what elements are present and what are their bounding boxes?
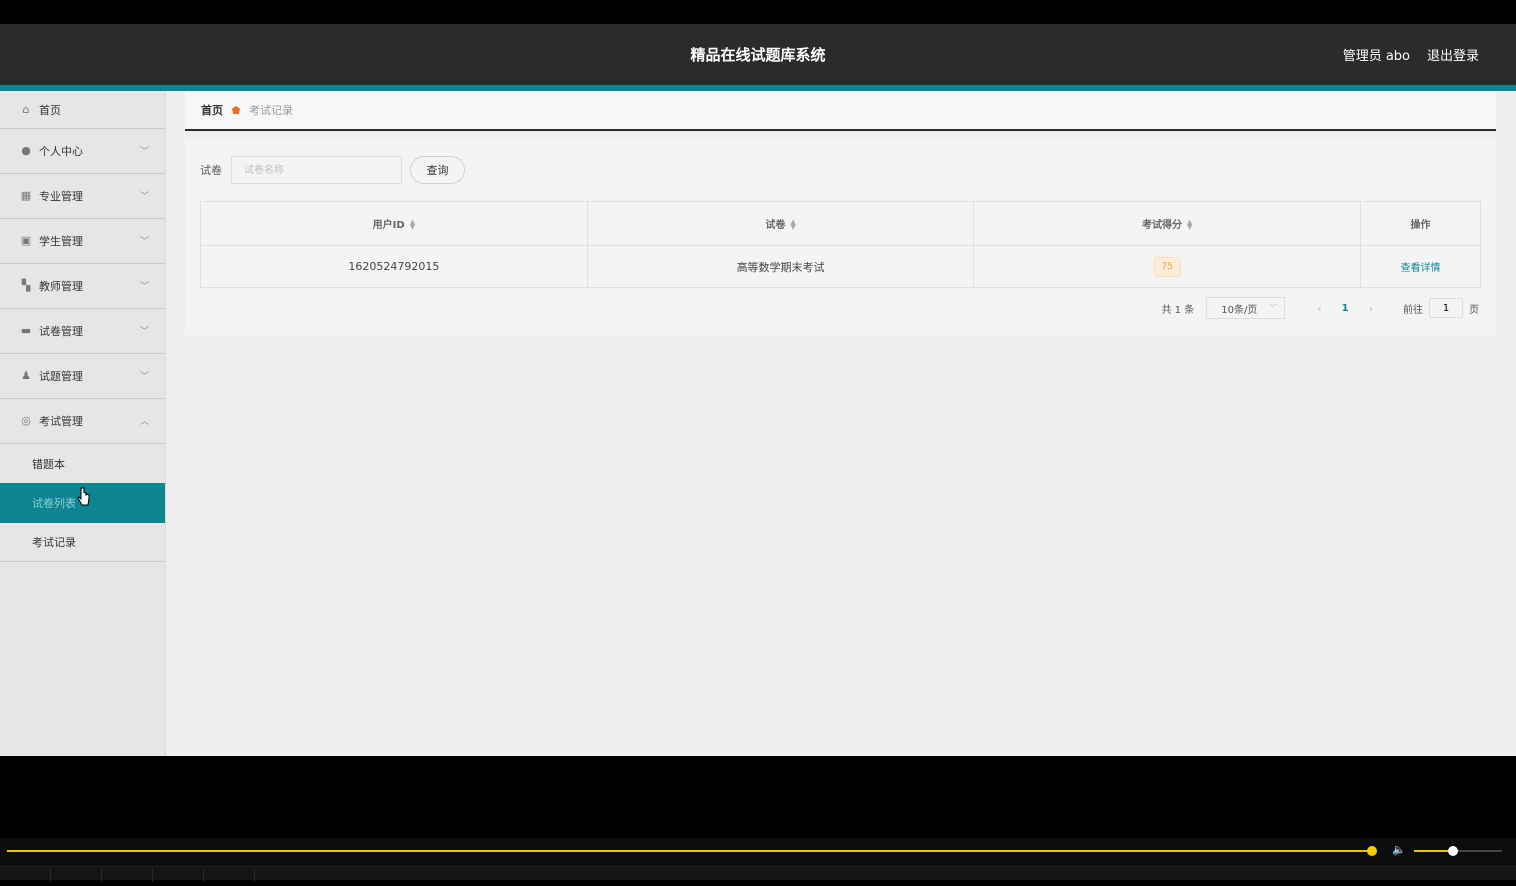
- records-table: 用户ID ▲ ▼ 试卷 ▲ ▼ 考试得分 ▲ ▼ 操作 1620524792015 高等数学…: [200, 201, 1481, 288]
- chevron-down-icon: ﹀: [1269, 304, 1277, 312]
- sidebar-item-exams[interactable]: ◎ 考试管理 ︿: [0, 399, 165, 444]
- sidebar-item-papers[interactable]: ▬ 试卷管理 ﹀: [0, 309, 165, 354]
- sidebar-item-label: 试卷管理: [39, 325, 83, 338]
- column-header-paper[interactable]: 试卷 ▲ ▼: [586, 201, 975, 246]
- sidebar-item-students[interactable]: ▣ 学生管理 ﹀: [0, 219, 165, 264]
- cell-action: 查看详情: [1360, 245, 1481, 288]
- sidebar-item-label: 考试管理: [39, 415, 83, 428]
- sidebar-item-label: 教师管理: [39, 280, 83, 293]
- video-progress-handle[interactable]: [1367, 846, 1377, 856]
- screen: 精品在线试题库系统 管理员 abo 退出登录 ⌂ 首页 ● 个人中心 ﹀ ▦ 专…: [0, 0, 1516, 882]
- goto-label: 前往: [1403, 304, 1423, 316]
- sidebar-item-label: 首页: [39, 103, 61, 117]
- column-header-user-id[interactable]: 用户ID ▲ ▼: [200, 201, 588, 246]
- sidebar-subitem-label: 试卷列表: [32, 497, 76, 510]
- user-icon: ●: [21, 144, 31, 157]
- cell-score: 75: [973, 245, 1362, 288]
- sort-icon[interactable]: ▲ ▼: [790, 219, 795, 231]
- chevron-down-icon: ﹀: [139, 327, 149, 337]
- sidebar-item-questions[interactable]: ♟ 试题管理 ﹀: [0, 354, 165, 399]
- sidebar-item-profile[interactable]: ● 个人中心 ﹀: [0, 129, 165, 174]
- app-title: 精品在线试题库系统: [690, 46, 826, 64]
- video-player-controls: 🔈: [0, 838, 1516, 882]
- volume-icon[interactable]: 🔈: [1392, 843, 1408, 857]
- goto-page-input[interactable]: [1429, 298, 1463, 318]
- cell-paper: 高等数学期末考试: [586, 245, 975, 288]
- pagination-total: 共 1 条: [1161, 304, 1195, 316]
- paper-name-input[interactable]: [231, 156, 402, 184]
- page-size-value: 10条/页: [1221, 304, 1258, 316]
- chevron-down-icon: ﹀: [139, 237, 149, 247]
- app-body: ⌂ 首页 ● 个人中心 ﹀ ▦ 专业管理 ﹀ ▣ 学生管理 ﹀ ▚ 教师管理 ﹀: [0, 91, 1516, 756]
- records-panel: 试卷 查询 用户ID▲▼ 试卷▲▼ 考试得分▲▼ 操作: [185, 139, 1496, 335]
- search-label: 试卷: [200, 164, 222, 177]
- chevron-down-icon: ﹀: [139, 192, 149, 202]
- sidebar: ⌂ 首页 ● 个人中心 ﹀ ▦ 专业管理 ﹀ ▣ 学生管理 ﹀ ▚ 教师管理 ﹀: [0, 91, 166, 756]
- view-details-link[interactable]: 查看详情: [1401, 263, 1441, 274]
- chevron-down-icon: ﹀: [139, 282, 149, 292]
- chevron-up-icon: ︿: [139, 417, 149, 427]
- taskbar-strip: [0, 866, 1516, 882]
- mouse-pointer-icon: [77, 487, 90, 506]
- target-icon: ◎: [21, 414, 31, 427]
- sidebar-subitem-label: 考试记录: [32, 536, 76, 549]
- sidebar-item-label: 个人中心: [39, 145, 83, 158]
- chevron-down-icon: ﹀: [139, 147, 149, 157]
- logout-button[interactable]: 退出登录: [1427, 45, 1479, 64]
- search-button[interactable]: 查询: [410, 156, 465, 184]
- sidebar-item-label: 试题管理: [39, 370, 83, 383]
- search-bar: 试卷 查询: [200, 156, 465, 184]
- next-page-button[interactable]: ›: [1369, 302, 1373, 315]
- apps-icon: ▚: [21, 279, 31, 292]
- sort-icon[interactable]: ▲ ▼: [1187, 219, 1192, 231]
- sidebar-subitem-examrecords[interactable]: 考试记录: [0, 523, 165, 562]
- monitor-icon: ▬: [20, 324, 32, 337]
- sidebar-item-label: 学生管理: [39, 235, 83, 248]
- person-icon: ♟: [21, 369, 31, 382]
- column-header-score[interactable]: 考试得分 ▲ ▼: [973, 201, 1362, 246]
- sidebar-item-majors[interactable]: ▦ 专业管理 ﹀: [0, 174, 165, 219]
- pagination: 共 1 条 10条/页 ﹀ ‹ 1 › 前往 页: [1161, 297, 1479, 319]
- breadcrumb: 首页 考试记录: [185, 91, 1496, 131]
- sidebar-item-teachers[interactable]: ▚ 教师管理 ﹀: [0, 264, 165, 309]
- grid-icon: ▦: [20, 189, 32, 202]
- page-suffix: 页: [1469, 304, 1479, 316]
- breadcrumb-current: 考试记录: [249, 104, 293, 117]
- top-header: 精品在线试题库系统 管理员 abo 退出登录: [0, 24, 1516, 85]
- table-header-row: 用户ID ▲ ▼ 试卷 ▲ ▼ 考试得分 ▲ ▼ 操作: [200, 201, 1481, 246]
- video-progress-track[interactable]: [7, 850, 1373, 852]
- sort-icon[interactable]: ▲ ▼: [410, 219, 415, 231]
- current-user: 管理员 abo: [1342, 49, 1410, 64]
- sidebar-item-label: 专业管理: [39, 190, 83, 203]
- column-header-action: 操作: [1360, 201, 1481, 246]
- chevron-down-icon: ﹀: [139, 372, 149, 382]
- sidebar-subitem-wrongbook[interactable]: 错题本: [0, 444, 165, 483]
- prev-page-button[interactable]: ‹: [1317, 302, 1321, 315]
- sidebar-subitem-label: 错题本: [32, 457, 65, 471]
- page-size-select[interactable]: 10条/页 ﹀: [1206, 297, 1286, 319]
- cell-user-id: 1620524792015: [200, 245, 588, 288]
- score-tag: 75: [1153, 256, 1181, 277]
- table-row: 1620524792015 高等数学期末考试 75 查看详情: [200, 245, 1481, 288]
- home-icon: ⌂: [22, 102, 30, 116]
- clipboard-icon: ▣: [20, 234, 32, 247]
- breadcrumb-home[interactable]: 首页: [201, 102, 223, 118]
- page-number[interactable]: 1: [1342, 303, 1349, 314]
- volume-handle[interactable]: [1448, 846, 1458, 856]
- breadcrumb-separator-icon: [232, 106, 240, 114]
- sidebar-item-home[interactable]: ⌂ 首页: [0, 91, 165, 129]
- main-content: 首页 考试记录 试卷 查询 用户ID▲▼ 试: [185, 91, 1496, 335]
